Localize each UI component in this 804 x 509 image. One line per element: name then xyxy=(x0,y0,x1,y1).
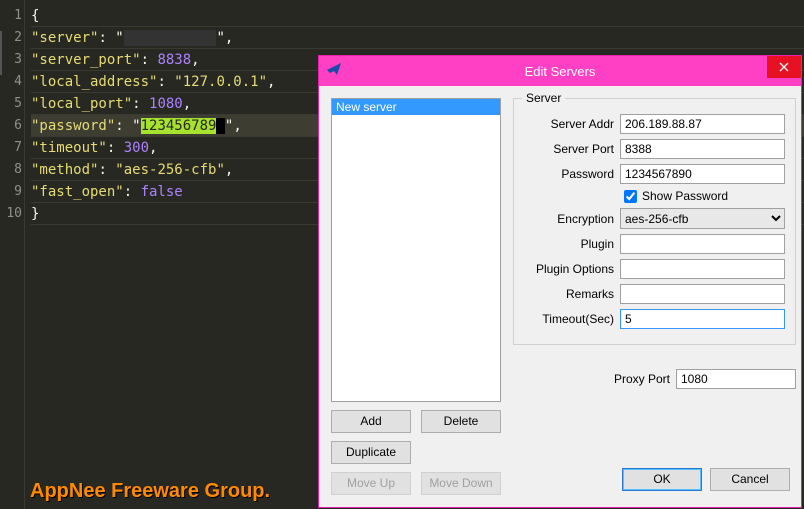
change-mark xyxy=(0,31,2,75)
password-input[interactable] xyxy=(620,164,785,184)
plugin-label: Plugin xyxy=(524,237,614,251)
plugin-opts-input[interactable] xyxy=(620,259,785,279)
delete-button[interactable]: Delete xyxy=(421,410,501,433)
add-button[interactable]: Add xyxy=(331,410,411,433)
proxy-port-label: Proxy Port xyxy=(614,372,670,386)
value-local-address: "127.0.0.1" xyxy=(174,74,267,90)
key-local-address: "local_address" xyxy=(31,74,157,90)
move-down-button: Move Down xyxy=(421,472,501,495)
cancel-button[interactable]: Cancel xyxy=(710,468,790,491)
encryption-select[interactable]: aes-256-cfb xyxy=(620,208,785,229)
timeout-label: Timeout(Sec) xyxy=(524,312,614,326)
brace-close: } xyxy=(31,206,39,222)
show-password-checkbox[interactable] xyxy=(624,190,637,203)
server-list-item[interactable]: New server xyxy=(332,99,500,115)
key-server: "server" xyxy=(31,30,98,46)
server-listbox[interactable]: New server xyxy=(331,98,501,402)
key-timeout: "timeout" xyxy=(31,140,107,156)
key-server-port: "server_port" xyxy=(31,52,141,68)
value-method: "aes-256-cfb" xyxy=(115,162,225,178)
encryption-label: Encryption xyxy=(524,212,614,226)
plugin-input[interactable] xyxy=(620,234,785,254)
brace-open: { xyxy=(31,8,39,24)
server-port-input[interactable] xyxy=(620,139,785,159)
password-label: Password xyxy=(524,167,614,181)
server-port-label: Server Port xyxy=(524,142,614,156)
key-fast-open: "fast_open" xyxy=(31,184,124,200)
remarks-input[interactable] xyxy=(620,284,785,304)
remarks-label: Remarks xyxy=(524,287,614,301)
value-password-highlight: 123456789 xyxy=(141,118,217,134)
key-password: "password" xyxy=(31,118,115,134)
key-method: "method" xyxy=(31,162,98,178)
close-button[interactable] xyxy=(767,56,801,78)
move-up-button: Move Up xyxy=(331,472,411,495)
value-local-port: 1080 xyxy=(149,96,183,112)
show-password-label: Show Password xyxy=(642,189,728,203)
edit-servers-dialog: Edit Servers New server Add Delete Dupli… xyxy=(318,55,802,508)
gutter: 1 2 3 4 5 6 7 8 9 10 xyxy=(0,0,25,509)
value-server-redacted xyxy=(124,30,217,46)
value-fast-open: false xyxy=(141,184,183,200)
value-server-port: 8838 xyxy=(157,52,191,68)
server-addr-label: Server Addr xyxy=(524,117,614,131)
duplicate-button[interactable]: Duplicate xyxy=(331,441,411,464)
titlebar[interactable]: Edit Servers xyxy=(319,56,801,86)
proxy-port-input[interactable] xyxy=(676,369,796,389)
key-local-port: "local_port" xyxy=(31,96,132,112)
group-legend: Server xyxy=(522,91,565,105)
value-timeout: 300 xyxy=(124,140,149,156)
plugin-opts-label: Plugin Options xyxy=(524,262,614,276)
server-group: Server Server Addr Server Port Password … xyxy=(513,98,796,345)
timeout-input[interactable] xyxy=(620,309,785,329)
server-addr-input[interactable] xyxy=(620,114,785,134)
app-icon xyxy=(319,61,349,81)
dialog-title: Edit Servers xyxy=(525,64,596,79)
ok-button[interactable]: OK xyxy=(622,468,702,491)
watermark-text: AppNee Freeware Group. xyxy=(30,480,270,503)
